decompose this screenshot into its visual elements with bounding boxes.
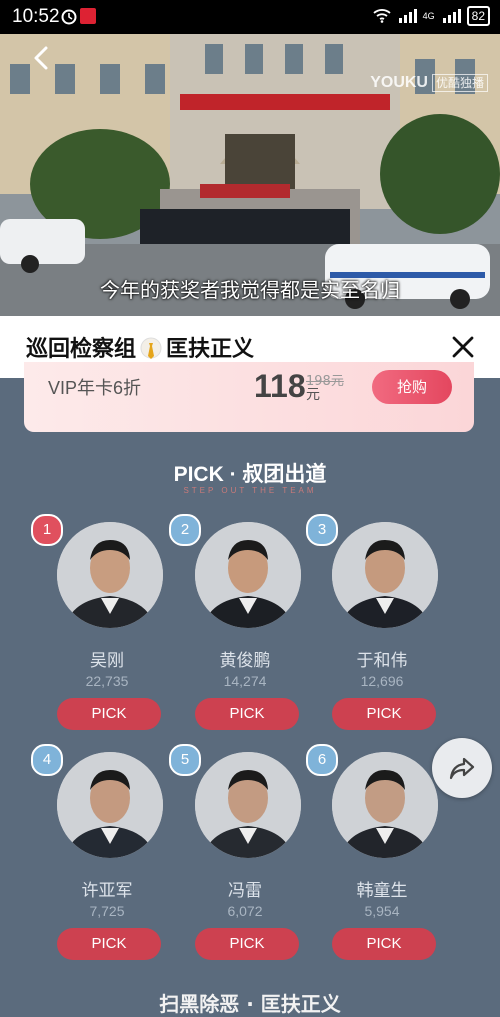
buy-button[interactable]: 抢购 <box>372 370 452 404</box>
vote-count: 5,954 <box>364 903 400 919</box>
vote-count: 22,735 <box>85 673 129 689</box>
signal-icon <box>398 9 417 23</box>
watermark-tag: 优酷独播 <box>431 74 488 92</box>
price-unit: 元 <box>306 387 320 403</box>
video-player[interactable]: YOUKU 优酷独播 今年的获奖者我觉得都是实至名归 <box>0 34 500 316</box>
title-left: 巡回检察组 <box>26 336 137 362</box>
battery-indicator: 82 <box>466 6 490 26</box>
vote-count: 6,072 <box>227 903 263 919</box>
close-icon[interactable] <box>450 334 476 360</box>
bottom-section-title: 扫黑除恶 · 匡扶正义 <box>159 992 341 1016</box>
avatar-icon[interactable] <box>57 752 163 858</box>
status-bar: 10:52 4G 82 <box>0 0 500 34</box>
candidate-name: 许亚军 <box>81 881 133 901</box>
pick-button[interactable]: PICK <box>57 698 161 730</box>
tie-emoji-icon <box>140 337 162 359</box>
title-right: 匡扶正义 <box>166 336 255 362</box>
avatar-icon[interactable] <box>57 522 163 628</box>
candidate-card: 3 于和伟 12,696 PICK <box>306 514 452 762</box>
vip-price: 118 <box>254 368 306 404</box>
pick-subtitle: STEP OUT THE TEAM <box>183 486 317 495</box>
candidate-card: 5 冯雷 6,072 PICK <box>169 744 315 992</box>
back-icon[interactable] <box>30 44 52 72</box>
rank-badge: 6 <box>306 744 338 776</box>
youku-watermark: YOUKU 优酷独播 <box>370 74 488 92</box>
pick-button[interactable]: PICK <box>332 698 436 730</box>
pick-button[interactable]: PICK <box>332 928 436 960</box>
pick-title: PICK · 叔团出道 <box>173 463 327 486</box>
avatar-icon[interactable] <box>195 522 301 628</box>
network-type: 4G <box>422 11 435 21</box>
avatar-icon[interactable] <box>195 752 301 858</box>
rank-badge: 2 <box>169 514 201 546</box>
avatar-icon[interactable] <box>332 752 438 858</box>
share-icon <box>449 757 475 780</box>
drama-title: 巡回检察组 匡扶正义 <box>26 331 254 363</box>
rank-badge: 3 <box>306 514 338 546</box>
candidate-name: 吴刚 <box>90 651 124 671</box>
signal-icon-2 <box>442 9 461 23</box>
avatar-icon[interactable] <box>332 522 438 628</box>
rank-badge: 1 <box>31 514 63 546</box>
alarm-icon <box>61 9 77 25</box>
vote-count: 14,274 <box>223 673 267 689</box>
vip-promo-banner[interactable]: VIP年卡6折 118 198元 元 抢购 <box>24 362 474 432</box>
share-button[interactable] <box>432 738 492 798</box>
candidate-card: 2 黄俊鹏 14,274 PICK <box>169 514 315 762</box>
rank-badge: 5 <box>169 744 201 776</box>
pick-button[interactable]: PICK <box>57 928 161 960</box>
watermark-text: YOUKU <box>370 74 428 91</box>
status-right: 4G 82 <box>373 6 490 26</box>
pick-button[interactable]: PICK <box>195 698 299 730</box>
pick-button[interactable]: PICK <box>195 928 299 960</box>
candidate-card: 4 许亚军 7,725 PICK <box>31 744 177 992</box>
video-subtitle: 今年的获奖者我觉得都是实至名归 <box>100 278 400 302</box>
candidate-name: 于和伟 <box>356 651 408 671</box>
candidate-card: 6 韩童生 5,954 PICK <box>306 744 452 992</box>
candidate-name: 黄俊鹏 <box>219 651 271 671</box>
rank-badge: 4 <box>31 744 63 776</box>
app-notification-icon <box>80 8 96 24</box>
candidate-name: 韩童生 <box>356 881 408 901</box>
vote-count: 7,725 <box>89 903 125 919</box>
vip-label: VIP年卡6折 <box>48 378 142 398</box>
vote-count: 12,696 <box>360 673 404 689</box>
wifi-icon <box>373 9 391 23</box>
status-time: 10:52 <box>12 6 60 27</box>
candidate-card: 1 吴刚 22,735 PICK <box>31 514 177 762</box>
candidate-name: 冯雷 <box>228 881 262 901</box>
